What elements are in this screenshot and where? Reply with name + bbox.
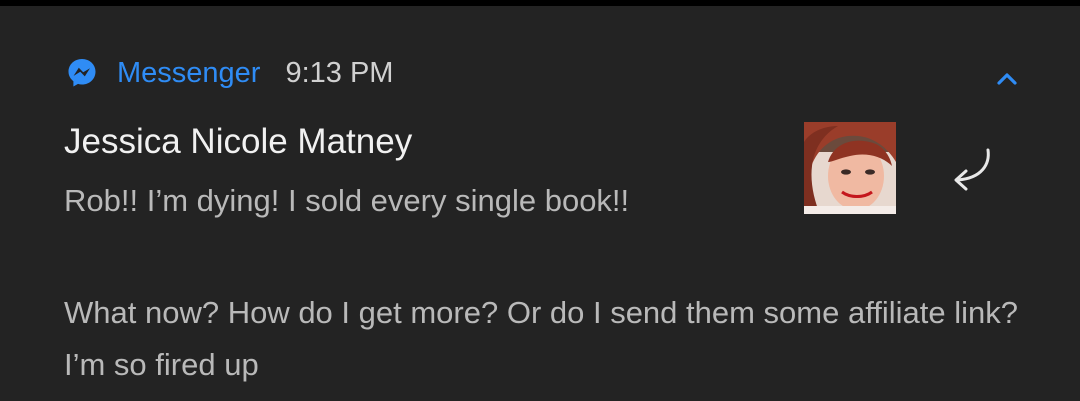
notification-header: Messenger 9:13 PM — [66, 56, 393, 90]
sender-avatar[interactable] — [804, 122, 896, 214]
notification-card[interactable]: Messenger 9:13 PM Jessica Nicole Matney … — [0, 6, 1080, 401]
chevron-up-icon[interactable] — [992, 64, 1022, 94]
messenger-icon — [66, 57, 98, 89]
sender-name: Jessica Nicole Matney — [64, 122, 413, 161]
app-name: Messenger — [117, 56, 261, 89]
notification-time: 9:13 PM — [285, 56, 394, 89]
message-paragraph-2: What now? How do I get more? Or do I sen… — [64, 295, 1019, 382]
message-line-1: Rob!! I’m dying! I sold every single boo… — [64, 183, 630, 218]
reply-arrow-icon[interactable] — [944, 144, 1000, 198]
